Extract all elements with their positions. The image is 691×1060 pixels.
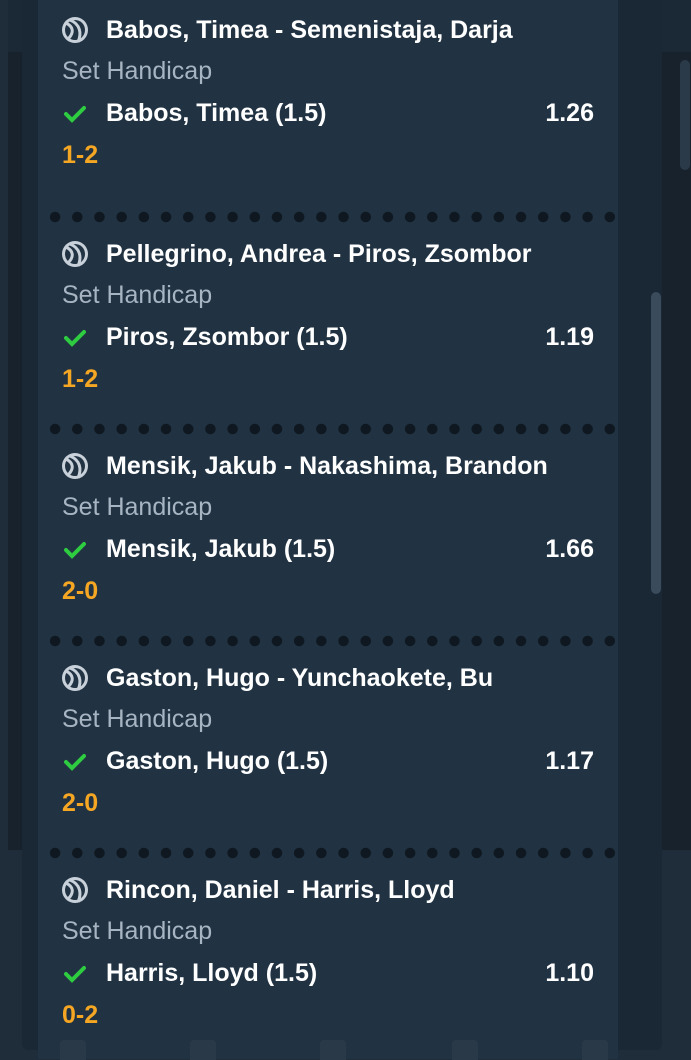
divider xyxy=(44,211,618,223)
divider xyxy=(44,423,618,435)
score: 1-2 xyxy=(62,141,99,169)
score: 0-2 xyxy=(62,1001,99,1029)
odds-value: 1.19 xyxy=(545,323,594,351)
selection-card[interactable]: Gaston, Hugo - Yunchaokete, Bu Set Handi… xyxy=(38,635,618,847)
selection-name: Harris, Lloyd (1.5) xyxy=(106,959,318,987)
odds-value: 1.17 xyxy=(545,747,594,775)
market-label: Set Handicap xyxy=(62,705,213,733)
check-icon xyxy=(64,541,86,559)
divider xyxy=(44,847,618,859)
selection-name: Babos, Timea (1.5) xyxy=(106,99,327,127)
match-row: Gaston, Hugo - Yunchaokete, Bu xyxy=(60,663,493,693)
market-label: Set Handicap xyxy=(62,917,213,945)
tennis-ball-icon xyxy=(62,877,88,903)
selection-card[interactable]: Pellegrino, Andrea - Piros, Zsombor Set … xyxy=(38,211,618,423)
match-title: Babos, Timea - Semenistaja, Darja xyxy=(106,15,513,44)
match-row: Mensik, Jakub - Nakashima, Brandon xyxy=(60,451,548,481)
selection-card[interactable]: Mensik, Jakub - Nakashima, Brandon Set H… xyxy=(38,423,618,635)
casino-nav-icon[interactable] xyxy=(452,1040,478,1060)
bottom-nav xyxy=(0,1040,691,1060)
match-row: Babos, Timea - Semenistaja, Darja xyxy=(60,15,513,45)
selection-row: Piros, Zsombor (1.5) 1.19 xyxy=(64,323,594,352)
list-scrollbar[interactable] xyxy=(651,292,661,594)
match-title: Pellegrino, Andrea - Piros, Zsombor xyxy=(106,239,532,268)
chat-nav-icon[interactable] xyxy=(582,1040,608,1060)
score: 2-0 xyxy=(62,789,99,817)
market-label: Set Handicap xyxy=(62,281,213,309)
page-scrollbar[interactable] xyxy=(680,60,690,170)
match-title: Gaston, Hugo - Yunchaokete, Bu xyxy=(106,663,494,692)
selection-row: Harris, Lloyd (1.5) 1.10 xyxy=(64,959,594,988)
selection-name: Piros, Zsombor (1.5) xyxy=(106,323,348,351)
score: 1-2 xyxy=(62,365,99,393)
selection-card[interactable]: Rincon, Daniel - Harris, Lloyd Set Handi… xyxy=(38,847,618,1059)
page: Babos, Timea - Semenistaja, Darja Set Ha… xyxy=(0,0,691,1060)
betslip-nav-icon[interactable] xyxy=(320,1040,346,1060)
sports-nav-icon[interactable] xyxy=(190,1040,216,1060)
odds-value: 1.66 xyxy=(545,535,594,563)
divider xyxy=(44,635,618,647)
selection-row: Mensik, Jakub (1.5) 1.66 xyxy=(64,535,594,564)
score: 2-0 xyxy=(62,577,99,605)
selection-card[interactable]: Babos, Timea - Semenistaja, Darja Set Ha… xyxy=(38,0,618,211)
search-nav-icon[interactable] xyxy=(60,1040,86,1060)
odds-value: 1.10 xyxy=(545,959,594,987)
match-title: Rincon, Daniel - Harris, Lloyd xyxy=(106,875,455,904)
tennis-ball-icon xyxy=(62,665,88,691)
left-edge xyxy=(0,0,8,1060)
selection-list: Babos, Timea - Semenistaja, Darja Set Ha… xyxy=(38,0,618,1059)
selection-name: Gaston, Hugo (1.5) xyxy=(106,747,329,775)
market-label: Set Handicap xyxy=(62,493,213,521)
selection-name: Mensik, Jakub (1.5) xyxy=(106,535,336,563)
check-icon xyxy=(64,753,86,771)
check-icon xyxy=(64,105,86,123)
selection-row: Gaston, Hugo (1.5) 1.17 xyxy=(64,747,594,776)
check-icon xyxy=(64,329,86,347)
check-icon xyxy=(64,965,86,983)
selection-row: Babos, Timea (1.5) 1.26 xyxy=(64,99,594,128)
match-title: Mensik, Jakub - Nakashima, Brandon xyxy=(106,451,548,480)
odds-value: 1.26 xyxy=(545,99,594,127)
tennis-ball-icon xyxy=(62,17,88,43)
tennis-ball-icon xyxy=(62,241,88,267)
market-label: Set Handicap xyxy=(62,57,213,85)
match-row: Pellegrino, Andrea - Piros, Zsombor xyxy=(60,239,532,269)
match-row: Rincon, Daniel - Harris, Lloyd xyxy=(60,875,455,905)
tennis-ball-icon xyxy=(62,453,88,479)
